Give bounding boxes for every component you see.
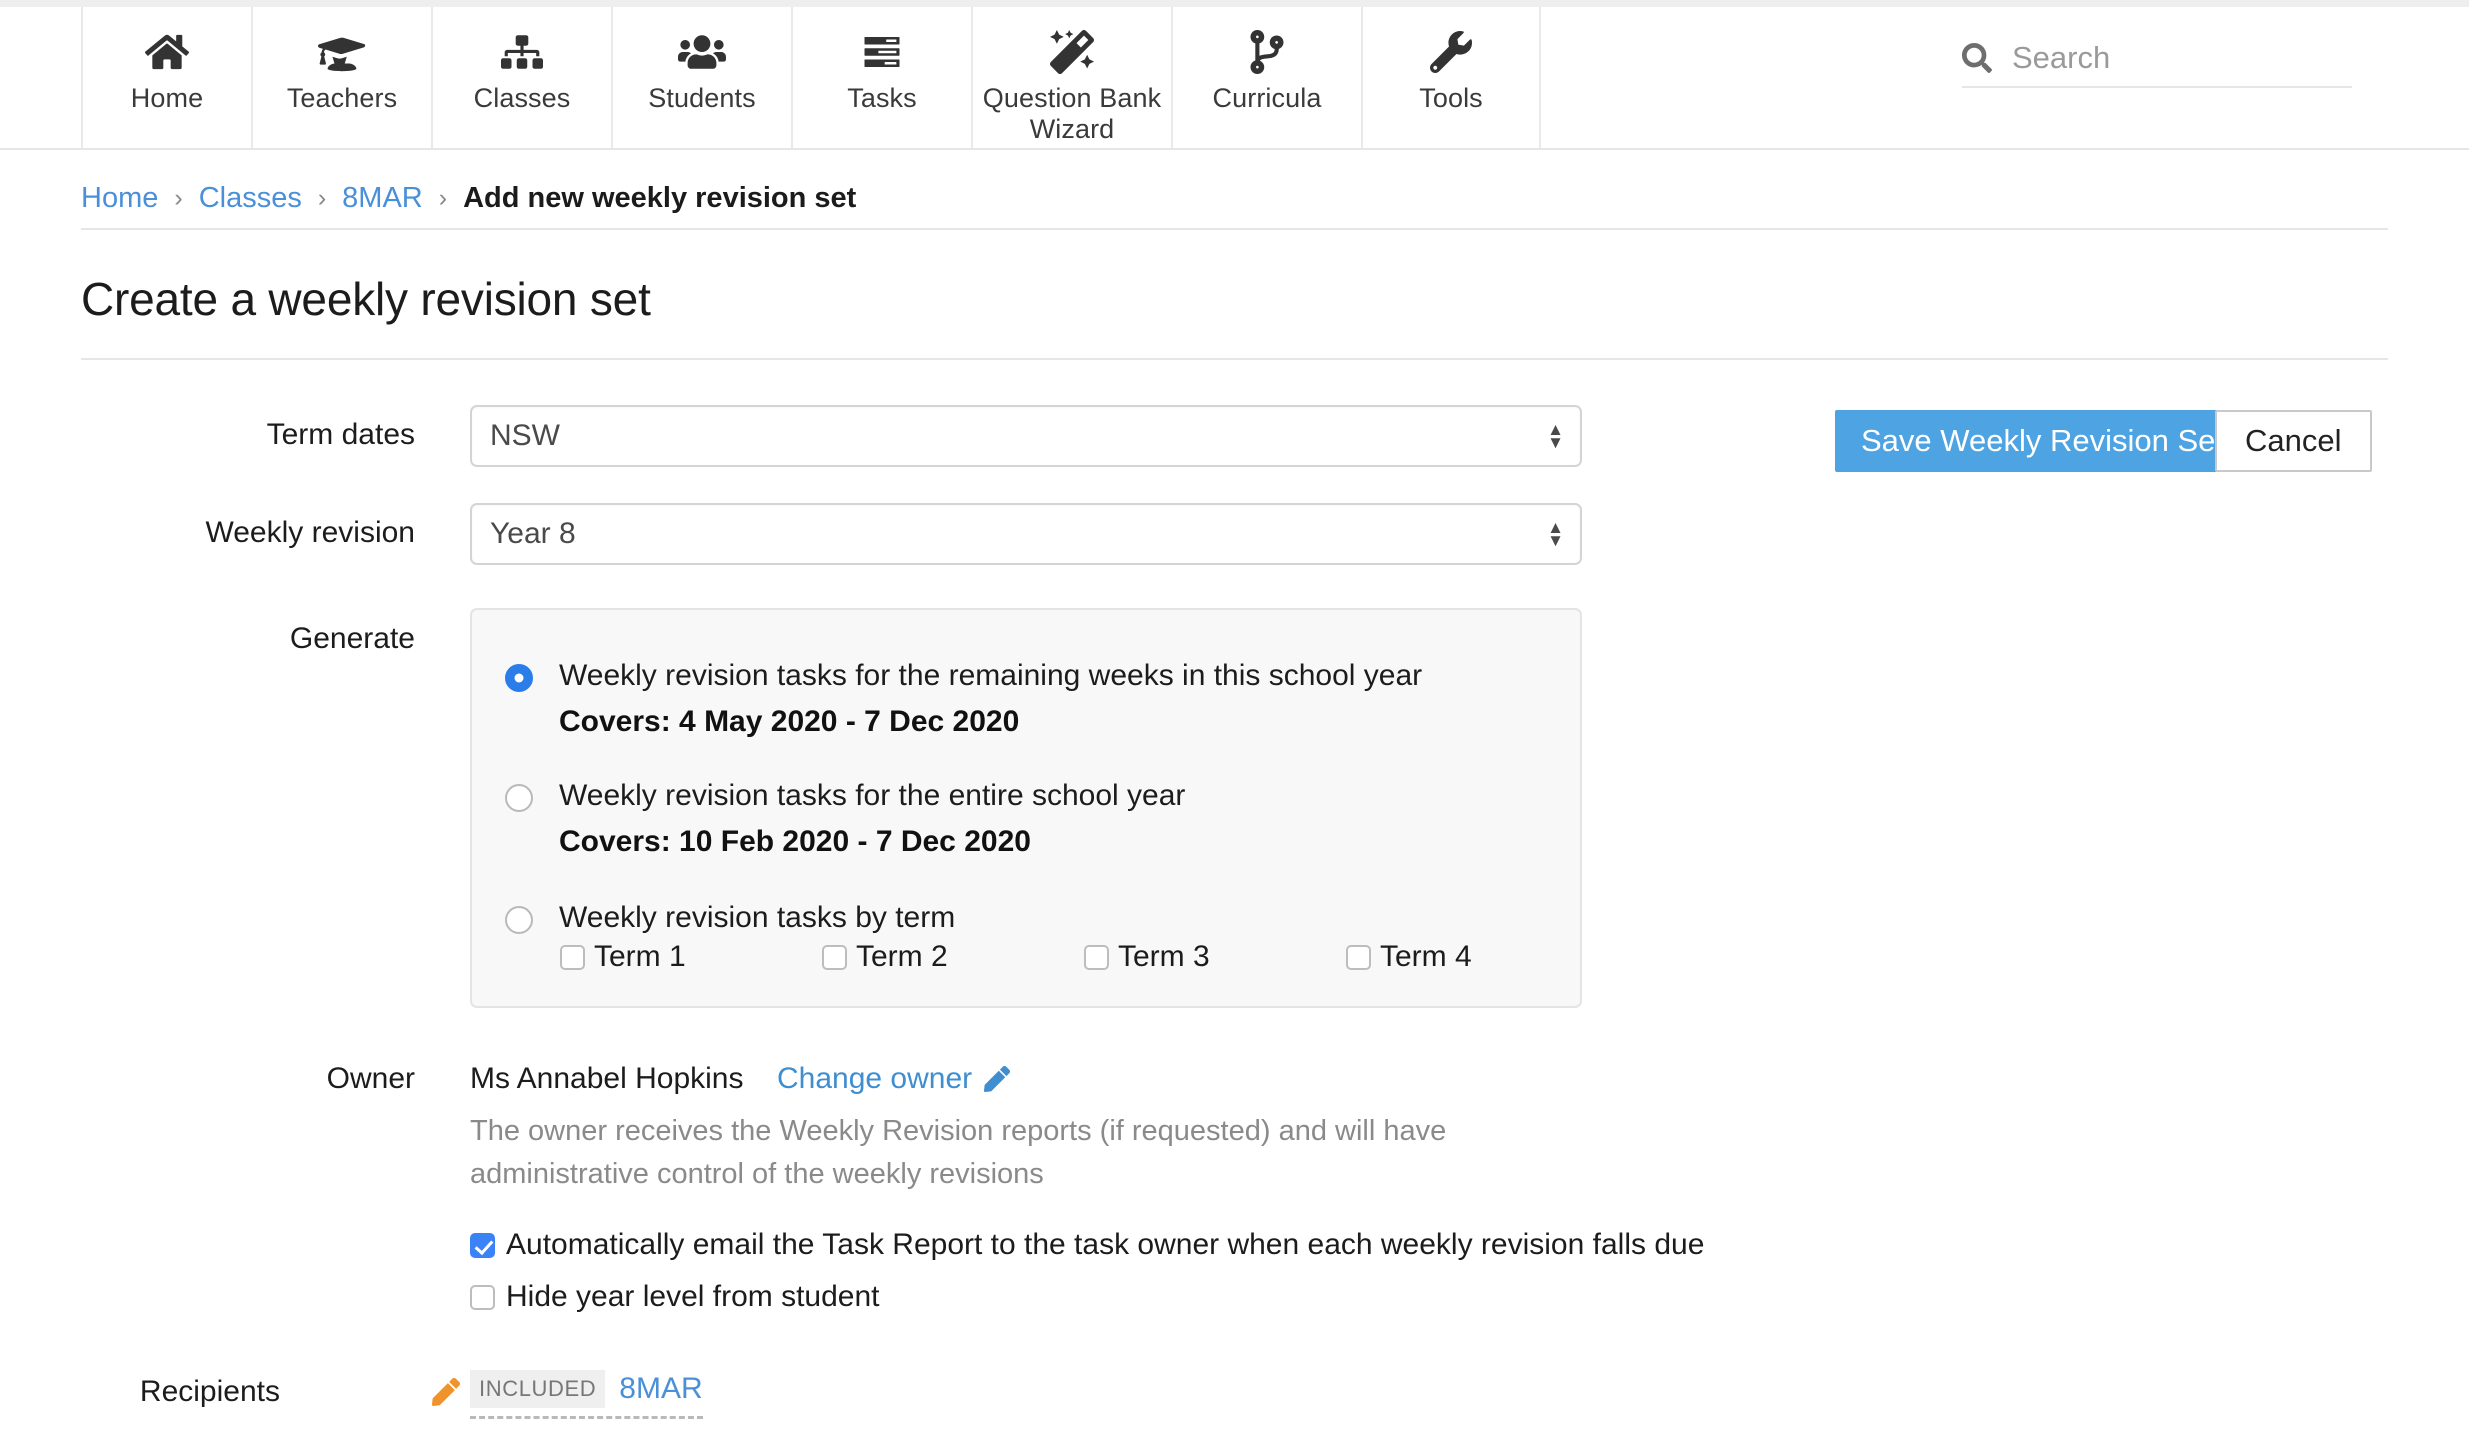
spinner-icon: ▲▼: [1547, 423, 1564, 449]
checkbox-icon[interactable]: [1346, 945, 1371, 970]
owner-label: Owner: [25, 1062, 415, 1096]
checkbox-term-1[interactable]: Term 1: [560, 940, 822, 974]
weekly-revision-label: Weekly revision: [25, 516, 415, 550]
spinner-icon: ▲▼: [1547, 521, 1564, 547]
owner-name: Ms Annabel Hopkins: [470, 1062, 744, 1096]
nav-label-question-bank-wizard: Question Bank Wizard: [973, 83, 1171, 145]
recipients-label: Recipients: [25, 1375, 280, 1409]
page-title: Create a weekly revision set: [81, 272, 651, 326]
checkbox-label: Automatically email the Task Report to t…: [506, 1228, 1704, 1262]
nav-items: Home Teachers Classes Students: [81, 7, 1541, 148]
checkbox-icon[interactable]: [560, 945, 585, 970]
checkbox-icon[interactable]: [822, 945, 847, 970]
graduation-cap-icon: [318, 25, 366, 79]
radio-option-title: Weekly revision tasks for the remaining …: [559, 659, 1422, 692]
checkbox-label: Term 1: [594, 940, 686, 974]
checkbox-term-4[interactable]: Term 4: [1346, 940, 1472, 974]
radio-option-entire-year[interactable]: Weekly revision tasks for the entire sch…: [505, 778, 1185, 860]
nav-label-home: Home: [131, 83, 203, 114]
radio-icon[interactable]: [505, 906, 533, 934]
radio-option-title: Weekly revision tasks by term: [559, 901, 955, 934]
radio-option-texts: Weekly revision tasks by term: [559, 900, 955, 936]
nav-item-home[interactable]: Home: [81, 7, 251, 148]
breadcrumb-item-home[interactable]: Home: [81, 182, 158, 215]
search-icon: [1962, 43, 1992, 73]
change-owner-label: Change owner: [777, 1062, 972, 1096]
radio-icon[interactable]: [505, 784, 533, 812]
nav-item-question-bank-wizard[interactable]: Question Bank Wizard: [971, 7, 1171, 148]
checkbox-icon[interactable]: [470, 1285, 495, 1310]
breadcrumb-current: Add new weekly revision set: [463, 182, 856, 215]
nav-item-tasks[interactable]: Tasks: [791, 7, 971, 148]
checkbox-term-3[interactable]: Term 3: [1084, 940, 1346, 974]
breadcrumb-item-8mar[interactable]: 8MAR: [342, 182, 423, 215]
checkbox-icon-checked[interactable]: [470, 1233, 495, 1258]
nav-label-teachers: Teachers: [287, 83, 397, 114]
radio-option-covers: Covers: 10 Feb 2020 - 7 Dec 2020: [559, 824, 1185, 860]
recipients-value-group: INCLUDED 8MAR: [470, 1370, 703, 1419]
pencil-icon: [972, 1066, 1010, 1092]
search-input[interactable]: [2012, 40, 2352, 76]
owner-description: The owner receives the Weekly Revision r…: [470, 1110, 1530, 1196]
radio-option-title: Weekly revision tasks for the entire sch…: [559, 779, 1185, 812]
term-dates-value: NSW: [490, 419, 560, 453]
checkbox-label: Term 4: [1380, 940, 1472, 974]
radio-option-texts: Weekly revision tasks for the remaining …: [559, 658, 1422, 740]
checkbox-label: Hide year level from student: [506, 1280, 880, 1314]
nav-item-teachers[interactable]: Teachers: [251, 7, 431, 148]
title-divider: [81, 358, 2388, 360]
nav-left-spacer: [0, 7, 81, 148]
terms-checkbox-row: Term 1 Term 2 Term 3 Term 4: [560, 940, 1472, 974]
nav-item-curricula[interactable]: Curricula: [1171, 7, 1361, 148]
nav-label-tasks: Tasks: [847, 83, 917, 114]
checkbox-term-2[interactable]: Term 2: [822, 940, 1084, 974]
breadcrumb-separator: ›: [439, 184, 447, 213]
nav-label-students: Students: [648, 83, 755, 114]
nav-item-students[interactable]: Students: [611, 7, 791, 148]
checkbox-auto-email-task-report[interactable]: Automatically email the Task Report to t…: [470, 1228, 1704, 1262]
search-box[interactable]: [1962, 40, 2352, 88]
weekly-revision-value: Year 8: [490, 517, 576, 551]
radio-option-remaining-weeks[interactable]: Weekly revision tasks for the remaining …: [505, 658, 1422, 740]
included-badge: INCLUDED: [470, 1370, 605, 1408]
generate-label: Generate: [25, 622, 415, 656]
nav-item-classes[interactable]: Classes: [431, 7, 611, 148]
radio-option-covers: Covers: 4 May 2020 - 7 Dec 2020: [559, 704, 1422, 740]
weekly-revision-select[interactable]: Year 8 ▲▼: [470, 503, 1582, 565]
sitemap-icon: [501, 25, 543, 79]
recipient-class-link[interactable]: 8MAR: [619, 1372, 702, 1406]
code-branch-icon: [1250, 25, 1284, 79]
top-strip: [0, 0, 2469, 7]
nav-label-classes: Classes: [474, 83, 571, 114]
checkbox-label: Term 3: [1118, 940, 1210, 974]
users-icon: [678, 25, 726, 79]
save-weekly-revision-set-button[interactable]: Save Weekly Revision Set: [1835, 410, 2250, 472]
breadcrumb: Home › Classes › 8MAR › Add new weekly r…: [81, 168, 2388, 230]
term-dates-select[interactable]: NSW ▲▼: [470, 405, 1582, 467]
nav-item-tools[interactable]: Tools: [1361, 7, 1541, 148]
checkbox-hide-year-level[interactable]: Hide year level from student: [470, 1280, 880, 1314]
recipients-edit-pencil-icon[interactable]: [432, 1378, 460, 1406]
checkbox-icon[interactable]: [1084, 945, 1109, 970]
breadcrumb-separator: ›: [318, 184, 326, 213]
app-page: Home Teachers Classes Students: [0, 0, 2469, 1442]
task-list-icon: [860, 25, 904, 79]
magic-wand-icon: [1049, 25, 1095, 79]
radio-option-texts: Weekly revision tasks for the entire sch…: [559, 778, 1185, 860]
breadcrumb-separator: ›: [174, 184, 182, 213]
radio-icon-selected[interactable]: [505, 664, 533, 692]
nav-label-tools: Tools: [1419, 83, 1483, 114]
home-icon: [145, 25, 189, 79]
wrench-icon: [1429, 25, 1473, 79]
breadcrumb-item-classes[interactable]: Classes: [199, 182, 302, 215]
cancel-button[interactable]: Cancel: [2215, 410, 2372, 472]
nav-label-curricula: Curricula: [1213, 83, 1322, 114]
radio-option-by-term[interactable]: Weekly revision tasks by term: [505, 900, 955, 936]
checkbox-label: Term 2: [856, 940, 948, 974]
change-owner-link[interactable]: Change owner: [777, 1062, 1010, 1096]
term-dates-label: Term dates: [25, 418, 415, 452]
